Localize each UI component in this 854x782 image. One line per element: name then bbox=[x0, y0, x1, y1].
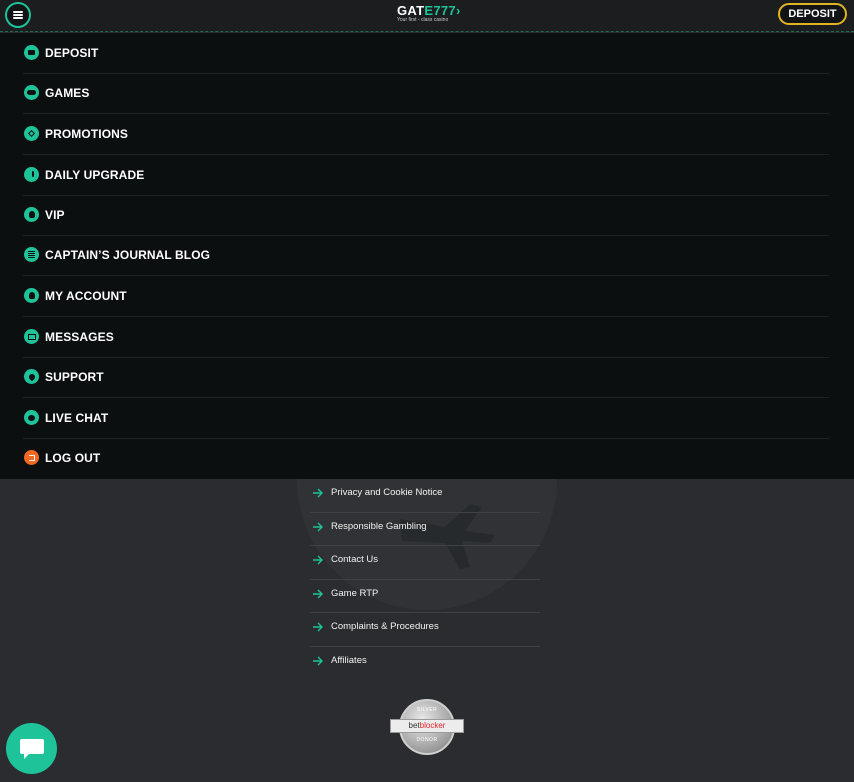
header-deposit-button[interactable]: DEPOSIT bbox=[778, 3, 847, 25]
logo-text-green: E777 bbox=[424, 3, 456, 18]
menu-item-label: SUPPORT bbox=[45, 370, 104, 384]
chat-bubble-icon bbox=[19, 738, 44, 759]
menu-item-deposit[interactable]: DEPOSIT bbox=[23, 33, 829, 74]
hamburger-icon bbox=[13, 11, 23, 19]
arrow-right-icon bbox=[313, 622, 323, 632]
location-pin-icon bbox=[24, 369, 39, 384]
footer-link-responsible-gambling[interactable]: Responsible Gambling bbox=[310, 513, 540, 546]
clock-icon bbox=[24, 167, 39, 182]
logo-arrow: › bbox=[455, 3, 461, 18]
menu-item-label: DEPOSIT bbox=[45, 46, 99, 60]
footer-link-complaints[interactable]: Complaints & Procedures bbox=[310, 613, 540, 647]
gate777-logo[interactable]: GATE777› Your first - class casino bbox=[397, 3, 460, 26]
badge-top-text: SILVER bbox=[416, 707, 438, 713]
menu-item-my-account[interactable]: MY ACCOUNT bbox=[23, 276, 829, 317]
mail-icon bbox=[24, 329, 39, 344]
footer-link-game-rtp[interactable]: Game RTP bbox=[310, 580, 540, 613]
side-menu: DEPOSIT GAMES PROMOTIONS DAILY UPGRADE V… bbox=[0, 33, 854, 479]
top-header: GATE777› Your first - class casino DEPOS… bbox=[0, 0, 854, 32]
menu-item-label: PROMOTIONS bbox=[45, 127, 129, 141]
footer: Privacy and Cookie Notice Responsible Ga… bbox=[0, 479, 854, 782]
footer-link-contact-us[interactable]: Contact Us bbox=[310, 546, 540, 580]
menu-item-label: GAMES bbox=[45, 86, 90, 100]
menu-item-label: VIP bbox=[45, 208, 65, 222]
diamond-icon bbox=[24, 126, 39, 141]
footer-link-label: Contact Us bbox=[331, 554, 378, 565]
logo-tagline: Your first - class casino bbox=[397, 17, 449, 23]
footer-link-privacy[interactable]: Privacy and Cookie Notice bbox=[310, 479, 540, 513]
menu-item-label: LIVE CHAT bbox=[45, 411, 109, 425]
menu-item-captains-journal-blog[interactable]: CAPTAIN’S JOURNAL BLOG bbox=[23, 235, 829, 276]
arrow-right-icon bbox=[313, 656, 323, 665]
menu-item-live-chat[interactable]: LIVE CHAT bbox=[23, 398, 829, 439]
badge-brand-b: blocker bbox=[419, 721, 446, 730]
menu-item-label: LOG OUT bbox=[45, 451, 101, 465]
document-icon bbox=[24, 247, 39, 262]
menu-item-promotions[interactable]: PROMOTIONS bbox=[23, 114, 829, 155]
arrow-right-icon bbox=[313, 589, 323, 598]
menu-item-support[interactable]: SUPPORT bbox=[23, 357, 829, 398]
badge-brand-a: bet bbox=[408, 721, 420, 730]
logout-icon bbox=[24, 450, 39, 465]
menu-item-daily-upgrade[interactable]: DAILY UPGRADE bbox=[23, 155, 829, 196]
footer-link-label: Complaints & Procedures bbox=[331, 621, 439, 632]
menu-item-messages[interactable]: MESSAGES bbox=[23, 317, 829, 358]
menu-item-label: MESSAGES bbox=[45, 330, 114, 344]
footer-link-label: Game RTP bbox=[331, 587, 379, 599]
chat-icon bbox=[24, 410, 39, 425]
footer-link-label: Responsible Gambling bbox=[331, 520, 427, 532]
menu-item-label: MY ACCOUNT bbox=[45, 289, 127, 303]
menu-item-label: CAPTAIN’S JOURNAL BLOG bbox=[45, 248, 211, 262]
menu-item-label: DAILY UPGRADE bbox=[45, 168, 145, 182]
menu-item-vip[interactable]: VIP bbox=[23, 195, 829, 236]
arrow-right-icon bbox=[313, 522, 323, 531]
user-icon bbox=[24, 207, 39, 222]
folder-icon bbox=[24, 45, 39, 60]
footer-link-affiliates[interactable]: Affiliates bbox=[310, 647, 540, 681]
menu-item-games[interactable]: GAMES bbox=[23, 73, 829, 114]
live-chat-floating-button[interactable] bbox=[6, 723, 57, 774]
badge-ribbon: betblocker bbox=[390, 719, 464, 733]
footer-link-label: Privacy and Cookie Notice bbox=[331, 487, 443, 498]
hamburger-menu-button[interactable] bbox=[5, 2, 31, 28]
footer-links: Privacy and Cookie Notice Responsible Ga… bbox=[310, 479, 540, 680]
user-icon bbox=[24, 288, 39, 303]
arrow-right-icon bbox=[313, 488, 323, 498]
gamepad-icon bbox=[24, 85, 39, 100]
menu-item-log-out[interactable]: LOG OUT bbox=[23, 438, 829, 479]
badge-bottom-text: DONOR bbox=[416, 737, 438, 743]
logo-text-white: GAT bbox=[397, 3, 425, 18]
betblocker-badge[interactable]: SILVER betblocker DONOR bbox=[390, 699, 464, 755]
footer-link-label: Affiliates bbox=[331, 654, 367, 666]
arrow-right-icon bbox=[313, 555, 323, 565]
